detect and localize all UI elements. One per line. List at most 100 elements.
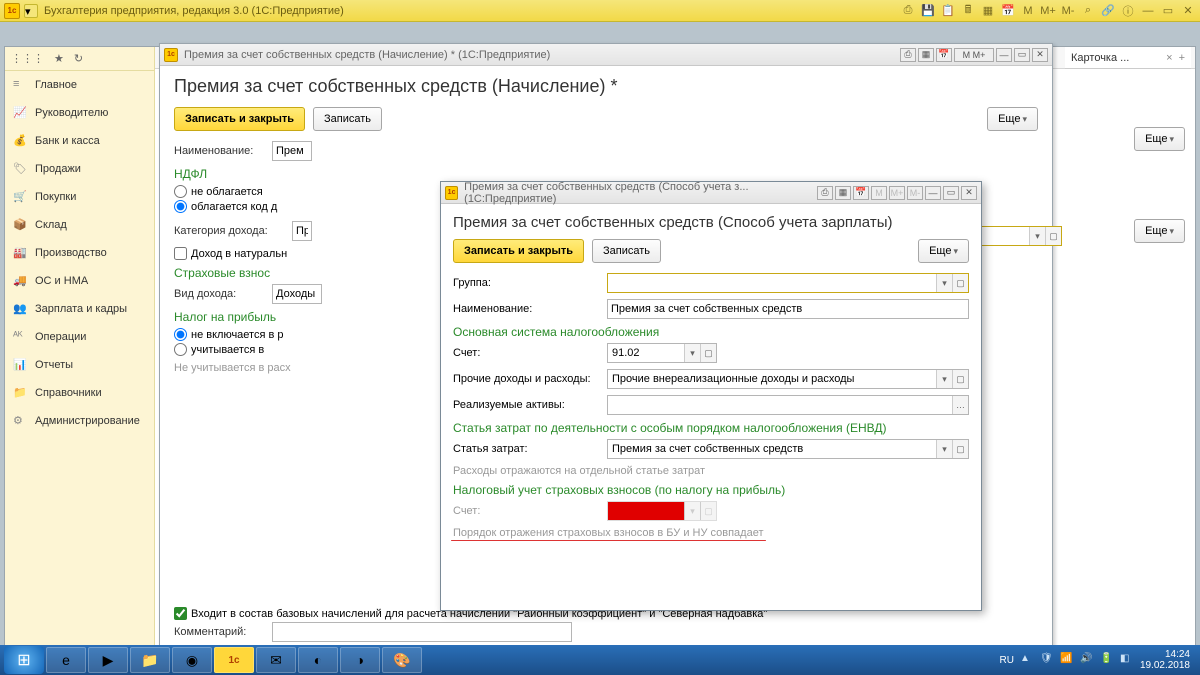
tray-misc-icon[interactable]: ◧ <box>1120 653 1134 667</box>
table-icon[interactable]: ▦ <box>980 3 996 19</box>
tab-close-icon[interactable]: × <box>1166 52 1172 64</box>
print-icon[interactable]: ⎙ <box>900 48 916 62</box>
task-app2[interactable]: ◑ <box>340 647 380 673</box>
report-icon: 📊 <box>13 358 27 372</box>
calc-icon[interactable]: 🖩 <box>960 3 976 19</box>
calendar-icon[interactable]: 📅 <box>1000 3 1016 19</box>
more-button[interactable]: Еще <box>918 239 969 263</box>
tray-volume-icon[interactable]: 🔊 <box>1080 653 1094 667</box>
sidebar-item-reports[interactable]: 📊Отчеты <box>5 351 154 379</box>
window2-heading: Премия за счет собственных средств (Спос… <box>453 214 969 231</box>
m-plus-icon[interactable]: M+ <box>1040 3 1056 19</box>
task-explorer[interactable]: 📁 <box>130 647 170 673</box>
save-icon[interactable]: 💾 <box>920 3 936 19</box>
chevron-down-icon[interactable]: ▾ <box>936 274 952 292</box>
ins-kind-input[interactable] <box>272 284 322 304</box>
star-icon[interactable]: ★ <box>54 52 64 65</box>
apps-icon[interactable]: ⋮⋮⋮ <box>11 52 44 65</box>
start-button[interactable]: ⊞ <box>4 646 44 674</box>
save-close-button[interactable]: Записать и закрыть <box>453 239 584 263</box>
chevron-down-icon[interactable]: ▾ <box>936 370 952 388</box>
sidebar-item-main[interactable]: ≡Главное <box>5 71 154 99</box>
maximize-icon[interactable]: ▭ <box>1014 48 1030 62</box>
task-1c[interactable]: 1c <box>214 647 254 673</box>
open-icon[interactable]: ▢ <box>952 274 968 292</box>
minimize-icon[interactable]: — <box>996 48 1012 62</box>
task-ie[interactable]: e <box>46 647 86 673</box>
radio-label: учитывается в <box>191 344 264 356</box>
clock[interactable]: 14:24 19.02.2018 <box>1140 649 1190 671</box>
sidebar-item-assets[interactable]: 🚚ОС и НМА <box>5 267 154 295</box>
sidebar-item-purchases[interactable]: 🛒Покупки <box>5 183 154 211</box>
other-income-value[interactable]: Прочие внереализационные доходы и расход… <box>608 373 936 385</box>
tray-flag-icon[interactable]: ▲ <box>1020 653 1034 667</box>
more-button-right1[interactable]: Еще <box>1134 127 1185 151</box>
account-value[interactable]: 91.02 <box>608 347 684 359</box>
close-icon[interactable]: ✕ <box>1180 3 1196 19</box>
sidebar-item-label: Продажи <box>35 163 81 175</box>
open-icon[interactable]: ▢ <box>952 370 968 388</box>
down-arrow-icon[interactable]: ▾ <box>24 4 38 18</box>
sidebar-item-catalogs[interactable]: 📁Справочники <box>5 379 154 407</box>
tray-shield-icon[interactable]: 🛡 <box>1040 653 1054 667</box>
calendar-icon[interactable]: 📅 <box>936 48 952 62</box>
sidebar-item-admin[interactable]: ⚙Администрирование <box>5 407 154 435</box>
sidebar-item-warehouse[interactable]: 📦Склад <box>5 211 154 239</box>
lang-indicator[interactable]: RU <box>999 655 1013 666</box>
copy-icon[interactable]: 📋 <box>940 3 956 19</box>
save-close-button[interactable]: Записать и закрыть <box>174 107 305 131</box>
task-outlook[interactable]: ✉ <box>256 647 296 673</box>
print-icon[interactable]: ⎙ <box>900 3 916 19</box>
chevron-down-icon[interactable]: ▾ <box>936 440 952 458</box>
sidebar-item-production[interactable]: 🏭Производство <box>5 239 154 267</box>
save-button[interactable]: Записать <box>592 239 661 263</box>
maximize-icon[interactable]: ▭ <box>943 186 959 200</box>
save-button[interactable]: Записать <box>313 107 382 131</box>
calendar-icon[interactable]: 📅 <box>853 186 869 200</box>
m-minus-icon[interactable]: M- <box>1060 3 1076 19</box>
sidebar-item-bank[interactable]: 💰Банк и касса <box>5 127 154 155</box>
more-button-right2[interactable]: Еще <box>1134 219 1185 243</box>
comment-input[interactable] <box>272 622 572 642</box>
window1-titlebar[interactable]: 1c Премия за счет собственных средств (Н… <box>160 44 1052 66</box>
tab-card[interactable]: Карточка ... <box>1071 52 1129 64</box>
cost-value[interactable]: Премия за счет собственных средств <box>608 443 936 455</box>
open-icon[interactable]: ▢ <box>700 344 716 362</box>
window2-titlebar[interactable]: 1c Премия за счет собственных средств (С… <box>441 182 981 204</box>
restore-icon[interactable]: ▭ <box>1160 3 1176 19</box>
history-icon[interactable]: ↻ <box>74 52 83 65</box>
people-icon: 👥 <box>13 302 27 316</box>
task-chrome[interactable]: ◉ <box>172 647 212 673</box>
link-icon[interactable]: 🔗 <box>1100 3 1116 19</box>
sidebar-item-sales[interactable]: 🏷Продажи <box>5 155 154 183</box>
more-button[interactable]: Еще <box>987 107 1038 131</box>
close-icon[interactable]: ✕ <box>1032 48 1048 62</box>
ellipsis-icon[interactable]: … <box>952 396 968 414</box>
tab-add-icon[interactable]: + <box>1179 52 1185 64</box>
info-icon[interactable]: ⓘ <box>1120 3 1136 19</box>
table-icon[interactable]: ▦ <box>918 48 934 62</box>
table-icon[interactable]: ▦ <box>835 186 851 200</box>
task-app1[interactable]: ◐ <box>298 647 338 673</box>
minimize-icon[interactable]: — <box>925 186 941 200</box>
name-input[interactable] <box>607 299 969 319</box>
task-paint[interactable]: 🎨 <box>382 647 422 673</box>
tray-network-icon[interactable]: 📶 <box>1060 653 1074 667</box>
minus-icon[interactable]: — <box>1140 3 1156 19</box>
sidebar-item-manager[interactable]: 📈Руководителю <box>5 99 154 127</box>
name-input[interactable] <box>272 141 312 161</box>
m-icon[interactable]: M <box>1020 3 1036 19</box>
task-media[interactable]: ▶ <box>88 647 128 673</box>
m-buttons[interactable]: M M+ <box>954 48 994 62</box>
sidebar-item-operations[interactable]: ᴬᴷОперации <box>5 323 154 351</box>
open-icon[interactable]: ▢ <box>1045 227 1061 245</box>
close-icon[interactable]: ✕ <box>961 186 977 200</box>
chevron-down-icon[interactable]: ▾ <box>1029 227 1045 245</box>
income-cat-input[interactable] <box>292 221 312 241</box>
sidebar-item-salary[interactable]: 👥Зарплата и кадры <box>5 295 154 323</box>
compass-icon[interactable]: ⌕ <box>1080 3 1096 19</box>
print-icon[interactable]: ⎙ <box>817 186 833 200</box>
chevron-down-icon[interactable]: ▾ <box>684 344 700 362</box>
open-icon[interactable]: ▢ <box>952 440 968 458</box>
tray-battery-icon[interactable]: 🔋 <box>1100 653 1114 667</box>
